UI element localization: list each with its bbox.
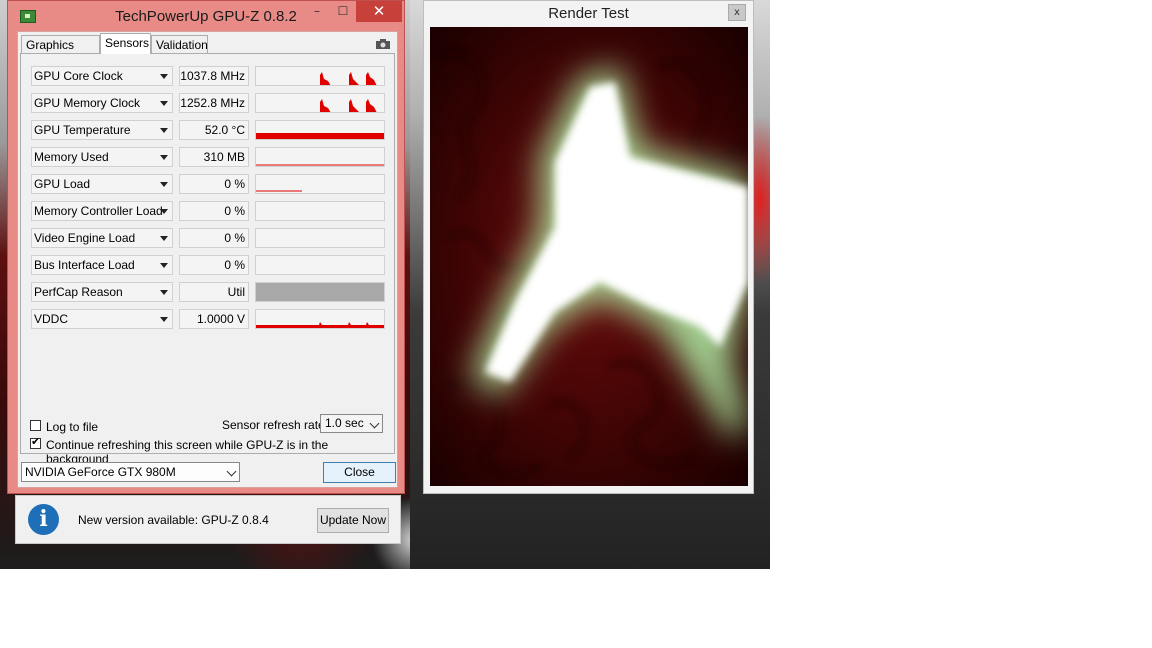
maximize-button[interactable]: ☐ — [330, 1, 356, 22]
minimize-button[interactable]: – — [304, 1, 330, 22]
update-notification: i New version available: GPU-Z 0.8.4 Upd… — [15, 495, 401, 544]
sensor-row: GPU Core Clock 1037.8 MHz — [31, 66, 385, 88]
tab-sensors[interactable]: Sensors — [100, 33, 151, 54]
tab-validation[interactable]: Validation — [151, 35, 208, 53]
sensor-row: GPU Temperature 52.0 °C — [31, 120, 385, 142]
chevron-down-icon — [226, 466, 237, 477]
sensor-value: 310 MB — [179, 147, 249, 167]
sensor-name-select[interactable]: PerfCap Reason — [31, 282, 173, 302]
close-button[interactable]: Close — [323, 462, 396, 483]
sensor-value: 0 % — [179, 255, 249, 275]
gpuz-client-area: Graphics Card Sensors Validation GPU Cor… — [17, 31, 398, 488]
sensor-graph — [255, 228, 385, 248]
sensor-graph — [255, 174, 385, 194]
gpuz-titlebar[interactable]: TechPowerUp GPU-Z 0.8.2 – ☐ ✕ — [8, 1, 404, 31]
sensor-graph — [255, 120, 385, 140]
continue-refresh-checkbox[interactable]: ✔ — [30, 435, 41, 449]
sensor-graph — [255, 201, 385, 221]
log-to-file-label: Log to file — [46, 420, 99, 434]
dropdown-arrow-icon — [160, 74, 168, 79]
dropdown-arrow-icon — [160, 236, 168, 241]
tab-graphics-card[interactable]: Graphics Card — [21, 35, 100, 70]
dropdown-arrow-icon — [160, 263, 168, 268]
graphics-card-select[interactable]: NVIDIA GeForce GTX 980M — [21, 462, 240, 482]
sensor-row: GPU Memory Clock 1252.8 MHz — [31, 93, 385, 115]
dropdown-arrow-icon — [160, 290, 168, 295]
close-window-button[interactable]: ✕ — [356, 1, 402, 22]
dropdown-arrow-icon — [160, 155, 168, 160]
refresh-rate-label: Sensor refresh rate: — [222, 418, 329, 432]
dropdown-arrow-icon — [160, 317, 168, 322]
sensor-name-select[interactable]: VDDC — [31, 309, 173, 329]
sensor-row: VDDC 1.0000 V — [31, 309, 385, 331]
camera-icon[interactable] — [376, 38, 390, 49]
sensor-value: 0 % — [179, 174, 249, 194]
sensor-name-select[interactable]: Video Engine Load — [31, 228, 173, 248]
sensor-name-select[interactable]: GPU Core Clock — [31, 66, 173, 86]
refresh-rate-select[interactable]: 1.0 sec — [320, 414, 383, 433]
sensor-name-select[interactable]: Bus Interface Load — [31, 255, 173, 275]
sensor-row: Memory Controller Load 0 % — [31, 201, 385, 223]
render-test-window: Render Test x — [423, 0, 754, 494]
gpuz-window: TechPowerUp GPU-Z 0.8.2 – ☐ ✕ Graphics C… — [7, 0, 405, 494]
sensors-panel: GPU Core Clock 1037.8 MHz GPU Memory Clo… — [20, 53, 395, 466]
sensor-value: 0 % — [179, 201, 249, 221]
sensor-value: 1252.8 MHz — [179, 93, 249, 113]
dropdown-arrow-icon — [160, 128, 168, 133]
update-message: New version available: GPU-Z 0.8.4 — [78, 513, 269, 527]
dropdown-arrow-icon — [160, 182, 168, 187]
sensor-name-select[interactable]: GPU Load — [31, 174, 173, 194]
render-canvas — [430, 27, 748, 486]
sensor-name-select[interactable]: Memory Controller Load — [31, 201, 173, 221]
dropdown-arrow-icon — [160, 209, 168, 214]
dropdown-arrow-icon — [160, 101, 168, 106]
sensor-graph — [255, 93, 385, 113]
sensor-graph — [255, 309, 385, 329]
sensor-name-select[interactable]: GPU Temperature — [31, 120, 173, 140]
sensor-value: 1.0000 V — [179, 309, 249, 329]
render-close-button[interactable]: x — [728, 4, 746, 21]
sensor-row: Video Engine Load 0 % — [31, 228, 385, 250]
checkmark-icon: ✔ — [31, 435, 41, 448]
sensor-row: GPU Load 0 % — [31, 174, 385, 196]
sensor-value: Util — [179, 282, 249, 302]
sensor-row: Bus Interface Load 0 % — [31, 255, 385, 277]
log-to-file-checkbox[interactable] — [30, 420, 41, 431]
sensor-row: Memory Used 310 MB — [31, 147, 385, 169]
sensor-name-select[interactable]: GPU Memory Clock — [31, 93, 173, 113]
render-test-title: Render Test — [548, 5, 629, 22]
sensor-name-select[interactable]: Memory Used — [31, 147, 173, 167]
chevron-down-icon — [369, 418, 380, 429]
sensor-row: PerfCap Reason Util — [31, 282, 385, 304]
sensor-value: 0 % — [179, 228, 249, 248]
sensor-value: 52.0 °C — [179, 120, 249, 140]
sensor-graph — [255, 66, 385, 86]
sensor-graph — [255, 147, 385, 167]
sensor-value: 1037.8 MHz — [179, 66, 249, 86]
sensor-graph — [255, 282, 385, 302]
sensor-graph — [255, 255, 385, 275]
info-icon: i — [28, 504, 59, 535]
update-now-button[interactable]: Update Now — [317, 508, 389, 533]
